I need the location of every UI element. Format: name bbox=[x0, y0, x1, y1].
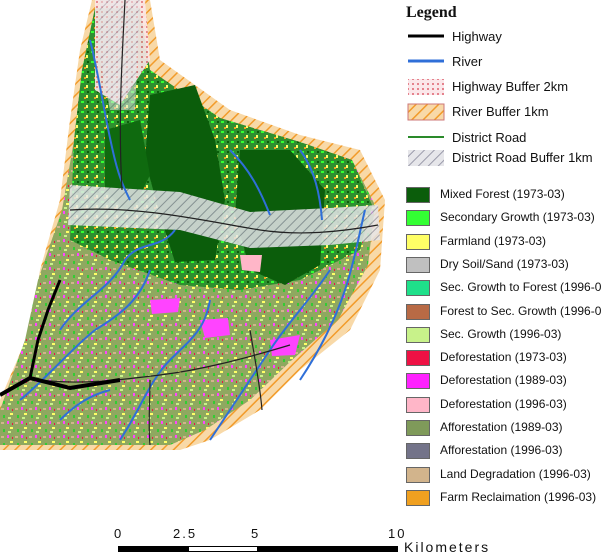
legend-item-district-road-buffer: District Road Buffer 1km bbox=[406, 148, 609, 170]
legend-label: Afforestation (1996-03) bbox=[440, 443, 563, 458]
legend-label: Deforestation (1996-03) bbox=[440, 396, 567, 411]
scale-tick: 2.5 bbox=[173, 526, 198, 541]
district-road-symbol bbox=[408, 136, 444, 138]
legend-label: Sec. Growth (1996-03) bbox=[440, 326, 562, 341]
legend-label: Sec. Growth to Forest (1996-0 bbox=[440, 280, 602, 295]
district-road-buffer-symbol bbox=[408, 150, 444, 166]
legend-item-land-cover: Deforestation (1973-03) bbox=[406, 349, 609, 367]
legend-item-land-cover: Afforestation (1989-03) bbox=[406, 419, 609, 437]
scale-tick: 5 bbox=[251, 526, 261, 541]
legend-label: Secondary Growth (1973-03) bbox=[440, 210, 595, 225]
color-swatch bbox=[406, 373, 430, 390]
color-swatch bbox=[406, 210, 430, 227]
color-swatch bbox=[406, 443, 430, 460]
legend-item-highway: Highway bbox=[406, 27, 609, 49]
legend-label: Land Degradation (1996-03) bbox=[440, 466, 591, 481]
legend-label: Forest to Sec. Growth (1996-0 bbox=[440, 303, 602, 318]
legend-label: Deforestation (1973-03) bbox=[440, 350, 567, 365]
legend-label: District Road bbox=[452, 130, 527, 145]
legend: Legend Highway River Highway Buffer 2km … bbox=[404, 0, 609, 515]
legend-label: Highway bbox=[452, 29, 502, 44]
river-symbol bbox=[408, 59, 444, 63]
color-swatch bbox=[406, 280, 430, 297]
land-cover-map bbox=[0, 0, 385, 450]
scale-segment bbox=[118, 546, 188, 552]
scale-segment bbox=[258, 546, 398, 552]
color-swatch bbox=[406, 256, 430, 273]
legend-item-highway-buffer: Highway Buffer 2km bbox=[406, 77, 609, 99]
legend-title: Legend bbox=[406, 4, 457, 21]
legend-item-land-cover: Afforestation (1996-03) bbox=[406, 442, 609, 460]
highway-symbol bbox=[408, 34, 444, 38]
scale-bar: 0 2.5 5 10 Kilometers bbox=[110, 526, 609, 555]
legend-item-district-road: District Road bbox=[406, 128, 609, 150]
color-swatch bbox=[406, 396, 430, 413]
color-swatch bbox=[406, 233, 430, 250]
color-swatch bbox=[406, 420, 430, 436]
legend-item-land-cover: Deforestation (1989-03) bbox=[406, 372, 609, 390]
legend-label: Dry Soil/Sand (1973-03) bbox=[440, 256, 569, 271]
scale-segment bbox=[188, 546, 258, 552]
legend-item-land-cover: Deforestation (1996-03) bbox=[406, 396, 609, 414]
color-swatch bbox=[406, 489, 430, 506]
legend-item-land-cover: Sec. Growth (1996-03) bbox=[406, 326, 609, 344]
legend-item-river-buffer: River Buffer 1km bbox=[406, 102, 609, 124]
legend-item-land-cover: Farm Reclaimation (1996-03) bbox=[406, 489, 609, 507]
legend-item-land-cover: Secondary Growth (1973-03) bbox=[406, 209, 609, 227]
legend-item-land-cover: Forest to Sec. Growth (1996-0 bbox=[406, 303, 609, 321]
color-swatch bbox=[406, 326, 430, 343]
color-swatch bbox=[406, 350, 430, 367]
legend-item-land-cover: Mixed Forest (1973-03) bbox=[406, 186, 609, 204]
legend-item-land-cover: Farmland (1973-03) bbox=[406, 233, 609, 251]
legend-label: Farmland (1973-03) bbox=[440, 233, 547, 248]
legend-label: District Road Buffer 1km bbox=[452, 150, 593, 165]
highway-buffer-symbol bbox=[408, 79, 444, 95]
legend-item-land-cover: Sec. Growth to Forest (1996-0 bbox=[406, 279, 609, 297]
legend-item-land-cover: Land Degradation (1996-03) bbox=[406, 466, 609, 484]
legend-item-river: River bbox=[406, 52, 609, 74]
river-buffer-symbol bbox=[407, 103, 445, 121]
scale-tick: 0 bbox=[114, 526, 124, 541]
legend-label: Afforestation (1989-03) bbox=[440, 420, 563, 434]
legend-label: Mixed Forest (1973-03) bbox=[440, 187, 565, 201]
legend-label: Farm Reclaimation (1996-03) bbox=[440, 489, 597, 504]
color-swatch bbox=[406, 303, 430, 320]
color-swatch bbox=[406, 187, 430, 203]
legend-item-land-cover: Dry Soil/Sand (1973-03) bbox=[406, 256, 609, 274]
legend-label: Deforestation (1989-03) bbox=[440, 373, 567, 388]
scale-unit: Kilometers bbox=[404, 539, 491, 555]
color-swatch bbox=[406, 466, 430, 483]
legend-label: River Buffer 1km bbox=[452, 104, 549, 119]
legend-label: River bbox=[452, 54, 483, 69]
legend-label: Highway Buffer 2km bbox=[452, 79, 569, 94]
